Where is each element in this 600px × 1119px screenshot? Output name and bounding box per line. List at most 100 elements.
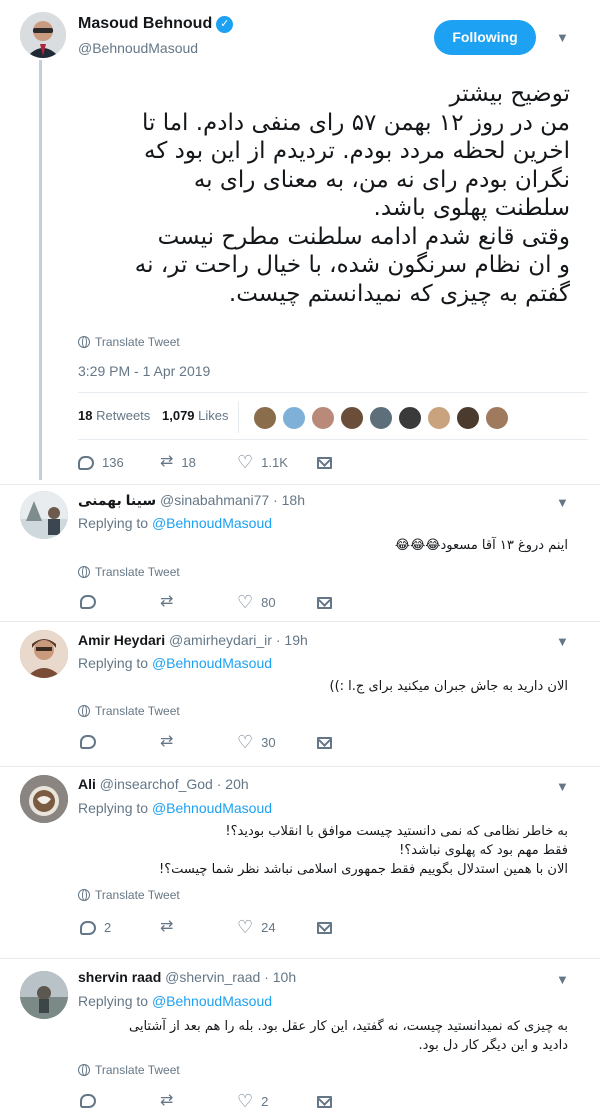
tweet-timestamp[interactable]: 3:29 PM - 1 Apr 2019 bbox=[78, 363, 210, 379]
reply-button[interactable] bbox=[80, 735, 104, 749]
reply-time[interactable]: 19h bbox=[284, 632, 307, 648]
reply-text: اینم دروغ ۱۳ آقا مسعود😂😂😂 bbox=[394, 538, 568, 553]
like-button[interactable]: ♡ 24 bbox=[237, 917, 276, 937]
reply-button[interactable] bbox=[80, 1094, 104, 1108]
translate-tweet-link[interactable]: Translate Tweet bbox=[78, 704, 180, 718]
chevron-down-icon[interactable]: ▼ bbox=[556, 495, 569, 510]
direct-message-button[interactable] bbox=[317, 737, 332, 749]
reply-header: سینا بهمنی @sinabahmani77 · 18h bbox=[78, 492, 305, 508]
liker-avatar[interactable] bbox=[311, 406, 335, 430]
retweet-button[interactable]: ⇄ bbox=[160, 1093, 181, 1109]
envelope-icon bbox=[317, 1096, 332, 1108]
reply-button[interactable] bbox=[80, 595, 104, 609]
reply-text: به خاطر نظامی که نمی دانستید چیست موافق … bbox=[159, 824, 568, 877]
reply-author-handle[interactable]: @amirheydari_ir bbox=[169, 632, 272, 648]
liker-avatar[interactable] bbox=[369, 406, 393, 430]
reply-author-name[interactable]: Amir Heydari bbox=[78, 632, 165, 648]
reply-tweet[interactable]: سینا بهمنی @sinabahmani77 · 18h ▼ Replyi… bbox=[0, 485, 600, 620]
replying-to: Replying to @BehnoudMasoud bbox=[78, 515, 273, 531]
chevron-down-icon[interactable]: ▼ bbox=[556, 30, 569, 45]
envelope-icon bbox=[317, 457, 332, 469]
stats-divider bbox=[238, 401, 239, 433]
liker-avatar[interactable] bbox=[340, 406, 364, 430]
reply-header: Ali @insearchof_God · 20h bbox=[78, 776, 249, 792]
heart-icon: ♡ bbox=[237, 452, 254, 472]
like-button[interactable]: ♡ 2 bbox=[237, 1091, 268, 1111]
chevron-down-icon[interactable]: ▼ bbox=[556, 972, 569, 987]
replying-to: Replying to @BehnoudMasoud bbox=[78, 655, 273, 671]
liker-avatar[interactable] bbox=[456, 406, 480, 430]
globe-icon bbox=[78, 1064, 90, 1076]
likes-stat[interactable]: 1,079 Likes bbox=[162, 408, 229, 423]
verified-icon: ✓ bbox=[216, 16, 234, 33]
replying-to: Replying to @BehnoudMasoud bbox=[78, 993, 273, 1009]
heart-icon: ♡ bbox=[237, 1091, 254, 1111]
globe-icon bbox=[78, 336, 90, 348]
liker-avatar[interactable] bbox=[485, 406, 509, 430]
avatar[interactable] bbox=[20, 971, 68, 1019]
reply-tweet[interactable]: Ali @insearchof_God · 20h ▼ Replying to … bbox=[0, 767, 600, 957]
tweet-stats: 18 Retweets 1,079 Likes bbox=[78, 392, 588, 440]
chevron-down-icon[interactable]: ▼ bbox=[556, 779, 569, 794]
reply-time[interactable]: 18h bbox=[282, 492, 305, 508]
translate-tweet-link[interactable]: Translate Tweet bbox=[78, 888, 180, 902]
reply-icon bbox=[80, 920, 96, 935]
retweets-stat[interactable]: 18 Retweets bbox=[78, 408, 150, 423]
retweet-button[interactable]: ⇄ bbox=[160, 594, 181, 610]
envelope-icon bbox=[317, 922, 332, 934]
globe-icon bbox=[78, 566, 90, 578]
direct-message-button[interactable] bbox=[317, 597, 332, 609]
reply-icon bbox=[78, 455, 94, 470]
like-button[interactable]: ♡ 30 bbox=[237, 732, 276, 752]
direct-message-button[interactable] bbox=[317, 457, 332, 469]
reply-tweet[interactable]: shervin raad @shervin_raad · 10h ▼ Reply… bbox=[0, 959, 600, 1119]
main-tweet: Masoud Behnoud ✓ @BehnoudMasoud Following… bbox=[0, 0, 600, 488]
reply-button[interactable]: 136 bbox=[78, 455, 124, 470]
liker-avatar[interactable] bbox=[398, 406, 422, 430]
reply-time[interactable]: 10h bbox=[273, 969, 296, 985]
heart-icon: ♡ bbox=[237, 917, 254, 937]
like-button[interactable]: ♡ 1.1K bbox=[237, 452, 288, 472]
following-button[interactable]: Following bbox=[434, 20, 536, 55]
heart-icon: ♡ bbox=[237, 732, 254, 752]
reply-text: الان دارید به جاش جبران میکنید برای ج.ا … bbox=[329, 679, 568, 694]
reply-header: shervin raad @shervin_raad · 10h bbox=[78, 969, 297, 985]
reply-button[interactable]: 2 bbox=[80, 920, 111, 935]
reply-icon bbox=[80, 1094, 96, 1108]
heart-icon: ♡ bbox=[237, 592, 254, 612]
envelope-icon bbox=[317, 737, 332, 749]
retweet-button[interactable]: ⇄ bbox=[160, 734, 181, 750]
retweet-icon: ⇄ bbox=[160, 918, 174, 935]
avatar[interactable] bbox=[20, 12, 66, 58]
avatar[interactable] bbox=[20, 775, 68, 823]
thread-line bbox=[39, 60, 42, 480]
author-name[interactable]: Masoud Behnoud ✓ bbox=[78, 15, 234, 33]
author-handle[interactable]: @BehnoudMasoud bbox=[78, 40, 198, 56]
direct-message-button[interactable] bbox=[317, 1096, 332, 1108]
reply-author-handle[interactable]: @sinabahmani77 bbox=[160, 492, 269, 508]
translate-tweet-link[interactable]: Translate Tweet bbox=[78, 335, 180, 349]
reply-author-name[interactable]: Ali bbox=[78, 776, 96, 792]
translate-tweet-link[interactable]: Translate Tweet bbox=[78, 565, 180, 579]
reply-icon bbox=[80, 595, 96, 609]
liker-avatar[interactable] bbox=[282, 406, 306, 430]
reply-author-name[interactable]: shervin raad bbox=[78, 969, 161, 985]
globe-icon bbox=[78, 705, 90, 717]
avatar[interactable] bbox=[20, 491, 68, 539]
reply-author-name[interactable]: سینا بهمنی bbox=[78, 492, 156, 508]
reply-icon bbox=[80, 735, 96, 749]
liker-avatar[interactable] bbox=[427, 406, 451, 430]
reply-author-handle[interactable]: @shervin_raad bbox=[165, 969, 260, 985]
retweet-button[interactable]: ⇄ 18 bbox=[160, 454, 196, 470]
reply-author-handle[interactable]: @insearchof_God bbox=[100, 776, 213, 792]
liker-avatar[interactable] bbox=[253, 406, 277, 430]
like-button[interactable]: ♡ 80 bbox=[237, 592, 276, 612]
retweet-button[interactable]: ⇄ bbox=[160, 919, 181, 935]
reply-tweet[interactable]: Amir Heydari @amirheydari_ir · 19h ▼ Rep… bbox=[0, 622, 600, 765]
chevron-down-icon[interactable]: ▼ bbox=[556, 634, 569, 649]
tweet-text: توضیح بیشتر من در روز ۱۲ بهمن ۵۷ رای منف… bbox=[134, 81, 570, 307]
avatar[interactable] bbox=[20, 630, 68, 678]
direct-message-button[interactable] bbox=[317, 922, 332, 934]
reply-time[interactable]: 20h bbox=[225, 776, 248, 792]
translate-tweet-link[interactable]: Translate Tweet bbox=[78, 1063, 180, 1077]
